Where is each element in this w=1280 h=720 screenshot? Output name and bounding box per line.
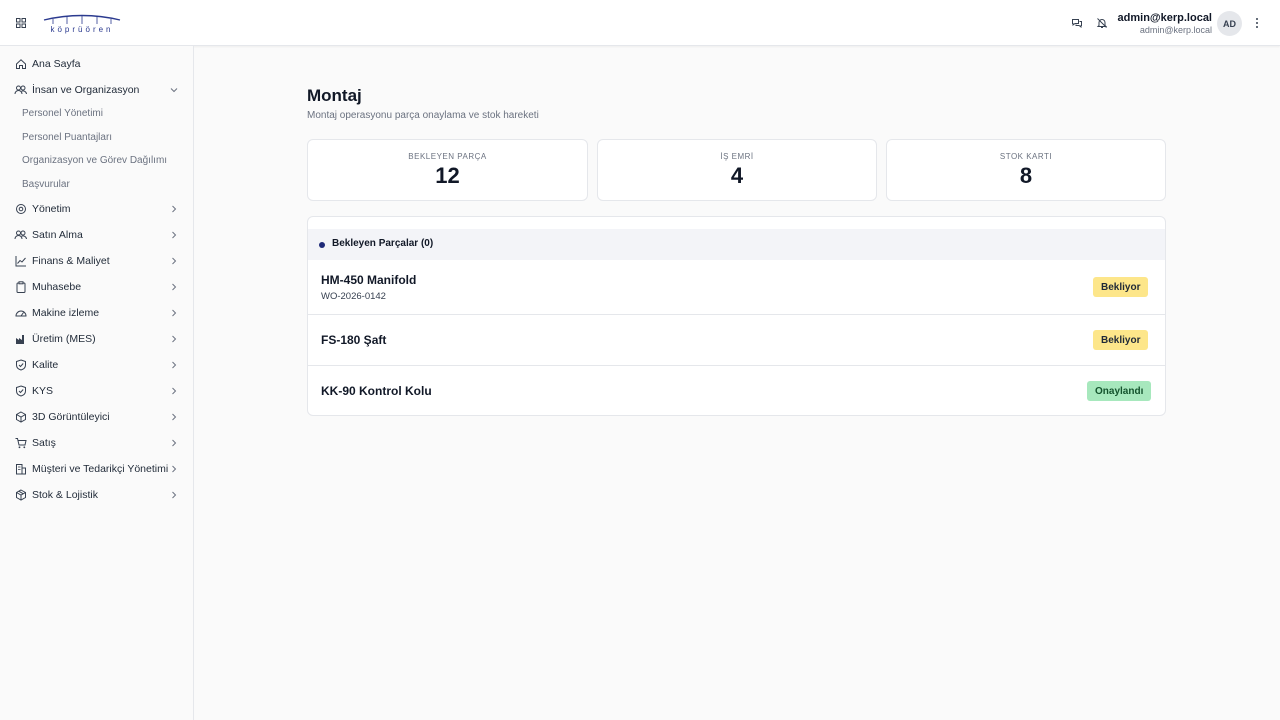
list-header: Bekleyen Parçalar (0) [308, 229, 1165, 260]
sidebar-item-label: Satın Alma [32, 229, 83, 241]
user-name: admin@kerp.local [1117, 12, 1212, 24]
work-order-number: WO-2026-0142 [321, 291, 386, 302]
shield-check-icon [14, 384, 27, 397]
status-badge: Bekliyor [1093, 277, 1149, 297]
avatar[interactable]: AD [1217, 11, 1242, 36]
sidebar-item-label: Muhasebe [32, 281, 82, 293]
logo-text: köprüören [50, 25, 113, 34]
sidebar-item-3d-viewer[interactable]: 3D Görüntüleyici [0, 405, 193, 429]
user-email: admin@kerp.local [1139, 25, 1212, 35]
sidebar-item-quality[interactable]: Kalite [0, 353, 193, 377]
sidebar-item-home[interactable]: Ana Sayfa [0, 52, 193, 76]
sidebar-item-label: 3D Görüntüleyici [32, 411, 110, 423]
sidebar-item-hr[interactable]: İnsan ve Organizasyon [0, 78, 193, 102]
list-item[interactable]: FS-180 Şaft Bekliyor [308, 314, 1165, 365]
company-logo[interactable]: köprüören [41, 12, 123, 34]
status-badge: Bekliyor [1093, 330, 1149, 350]
sidebar-item-finance[interactable]: Finans & Maliyet [0, 249, 193, 273]
list-item[interactable]: HM-450 Manifold WO-2026-0142 Bekliyor [308, 260, 1165, 314]
sidebar-item-sales[interactable]: Satış [0, 431, 193, 455]
building-icon [14, 462, 27, 475]
chat-icon[interactable] [1069, 15, 1085, 31]
user-info[interactable]: admin@kerp.local admin@kerp.local [1118, 11, 1212, 36]
sidebar-subitem-personnel[interactable]: Personel Yönetimi [22, 108, 103, 119]
sidebar-item-label: Kalite [32, 359, 59, 371]
sidebar-item-stock-logistics[interactable]: Stok & Lojistik [0, 483, 193, 507]
stat-label: İŞ EMRİ [720, 152, 754, 161]
users-icon [14, 83, 27, 96]
sidebar: Ana Sayfa İnsan ve Organizasyon Personel… [0, 46, 194, 720]
chevron-right-icon [169, 204, 179, 214]
part-name: KK-90 Kontrol Kolu [321, 384, 432, 398]
stat-card-work-orders: İŞ EMRİ 4 [597, 139, 877, 201]
list-item[interactable]: KK-90 Kontrol Kolu Onaylandı [308, 365, 1165, 415]
part-name: HM-450 Manifold [321, 273, 417, 287]
settings-icon [14, 202, 27, 215]
sidebar-item-label: Makine izleme [32, 307, 100, 319]
status-dot-icon [319, 242, 325, 248]
page-subtitle: Montaj operasyonu parça onaylama ve stok… [307, 110, 539, 121]
chevron-right-icon [169, 412, 179, 422]
chevron-right-icon [169, 438, 179, 448]
sidebar-item-kys[interactable]: KYS [0, 379, 193, 403]
sidebar-item-production[interactable]: Üretim (MES) [0, 327, 193, 351]
stat-label: BEKLEYEN PARÇA [408, 152, 487, 161]
sidebar-item-crm[interactable]: Müşteri ve Tedarikçi Yönetimi [0, 457, 193, 481]
cart-icon [14, 436, 27, 449]
chevron-right-icon [169, 256, 179, 266]
stat-label: STOK KARTI [999, 152, 1053, 161]
sidebar-item-label: KYS [32, 385, 54, 397]
top-bar: köprüören admin@kerp.local admin@kerp.lo… [0, 0, 1280, 46]
sidebar-item-label: Finans & Maliyet [32, 255, 110, 267]
line-chart-icon [14, 254, 27, 267]
chevron-right-icon [169, 386, 179, 396]
cube-icon [14, 410, 27, 423]
clipboard-icon [14, 280, 27, 293]
sidebar-item-label: İnsan ve Organizasyon [32, 84, 140, 96]
package-icon [14, 488, 27, 501]
pending-parts-list: Bekleyen Parçalar (0) HM-450 Manifold WO… [307, 216, 1166, 416]
gauge-icon [14, 306, 27, 319]
sidebar-item-label: Ana Sayfa [32, 58, 81, 70]
stat-value: 8 [1019, 163, 1033, 188]
shield-check-icon [14, 358, 27, 371]
factory-icon [14, 332, 27, 345]
home-icon [14, 57, 27, 70]
sidebar-subitem-applications[interactable]: Başvurular [22, 179, 70, 190]
notification-bell-icon[interactable] [1094, 15, 1110, 31]
chevron-right-icon [169, 230, 179, 240]
grid-menu-icon[interactable] [13, 15, 29, 31]
stat-card-stock-cards: STOK KARTI 8 [886, 139, 1166, 201]
list-title: Bekleyen Parçalar (0) [332, 238, 434, 249]
sidebar-item-label: Satış [32, 437, 56, 449]
sidebar-item-accounting[interactable]: Muhasebe [0, 275, 193, 299]
chevron-right-icon [169, 360, 179, 370]
sidebar-subitem-organization[interactable]: Organizasyon ve Görev Dağılımı [22, 155, 167, 166]
sidebar-item-management[interactable]: Yönetim [0, 197, 193, 221]
stat-card-pending-parts: BEKLEYEN PARÇA 12 [307, 139, 588, 201]
chevron-right-icon [169, 334, 179, 344]
part-name: FS-180 Şaft [321, 333, 387, 347]
stat-value: 4 [730, 163, 744, 188]
sidebar-subitem-timesheets[interactable]: Personel Puantajları [22, 132, 112, 143]
chevron-right-icon [169, 308, 179, 318]
sidebar-item-machine-monitoring[interactable]: Makine izleme [0, 301, 193, 325]
sidebar-item-label: Üretim (MES) [32, 333, 96, 345]
page-title: Montaj [307, 86, 362, 105]
stat-value: 12 [435, 163, 460, 188]
users-icon [14, 228, 27, 241]
chevron-right-icon [169, 464, 179, 474]
sidebar-item-purchasing[interactable]: Satın Alma [0, 223, 193, 247]
chevron-right-icon [169, 282, 179, 292]
chevron-down-icon [169, 85, 179, 95]
sidebar-item-label: Müşteri ve Tedarikçi Yönetimi [32, 463, 169, 475]
status-badge: Onaylandı [1087, 381, 1152, 401]
sidebar-item-label: Stok & Lojistik [32, 489, 98, 501]
sidebar-item-label: Yönetim [32, 203, 71, 215]
more-options-icon[interactable] [1251, 15, 1263, 31]
chevron-right-icon [169, 490, 179, 500]
